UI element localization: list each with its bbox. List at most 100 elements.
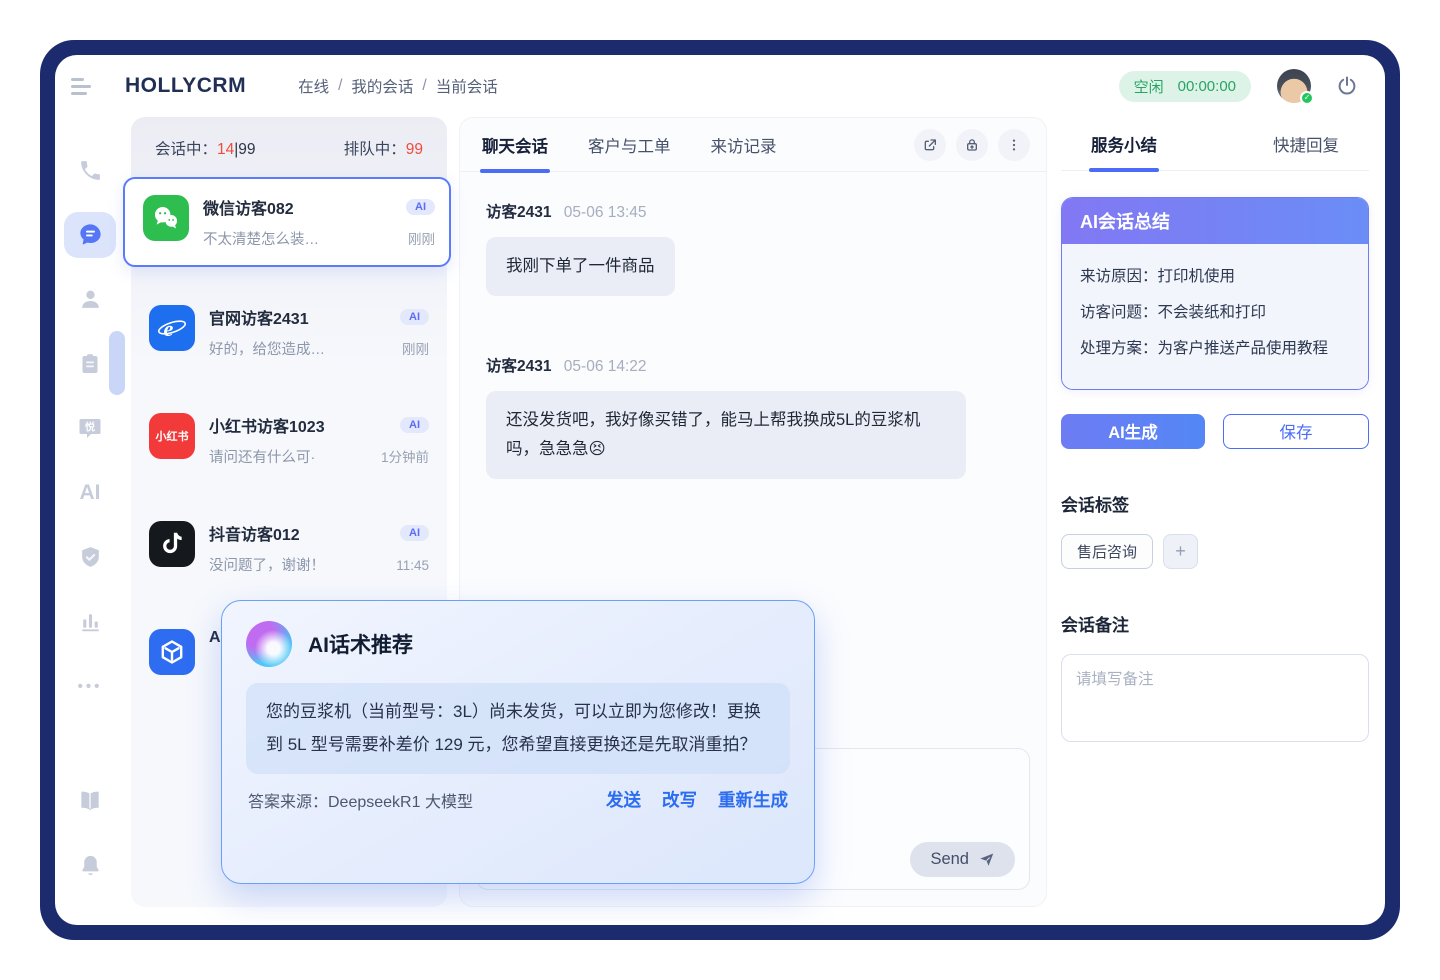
ai-answer-source: 答案来源：DeepseekR1 大模型 <box>248 788 473 812</box>
conversation-time: 11:45 <box>396 558 429 573</box>
tags-section-title: 会话标签 <box>1061 491 1369 516</box>
conversation-preview: 请问还有什么可· <box>209 446 375 467</box>
summary-line-solution: 处理方案：为客户推送产品使用教程 <box>1080 331 1350 367</box>
breadcrumb-item[interactable]: 我的会话 <box>351 75 413 97</box>
ai-badge: AI <box>406 199 435 215</box>
ai-summary-card: AI会话总结 来访原因：打印机使用 访客问题：不会装纸和打印 处理方案：为客户推… <box>1061 197 1369 390</box>
active-conversation-indicator <box>109 331 125 395</box>
avatar[interactable]: ✓ <box>1277 69 1311 103</box>
ai-suggestion-text: 您的豆浆机（当前型号：3L）尚未发货，可以立即为您修改！更换到 5L 型号需要补… <box>246 683 790 774</box>
svg-text:e: e <box>164 316 174 341</box>
douyin-icon <box>149 521 195 567</box>
paper-plane-icon <box>978 851 995 868</box>
side-tabs-bar: 服务小结 快捷回复 <box>1061 117 1369 171</box>
chat-tabs-bar: 聊天会话 客户与工单 来访记录 <box>460 118 1046 172</box>
tab-customer-tickets[interactable]: 客户与工单 <box>586 118 673 172</box>
message-time: 05-06 14:22 <box>564 358 647 375</box>
active-count: 会话中：14|99 <box>155 137 256 159</box>
save-button[interactable]: 保存 <box>1223 414 1369 449</box>
notes-input[interactable] <box>1061 654 1369 742</box>
tab-quick-replies[interactable]: 快捷回复 <box>1271 117 1341 171</box>
menu-icon[interactable] <box>71 78 93 95</box>
breadcrumb-item[interactable]: 当前会话 <box>436 75 498 97</box>
ai-popup-title: AI话术推荐 <box>308 629 413 659</box>
cube-app-icon <box>149 629 195 675</box>
yue-bubble-icon[interactable]: 悦 <box>64 405 116 452</box>
conversation-title: 微信访客082 <box>203 195 294 219</box>
kebab-menu-icon[interactable] <box>998 129 1030 161</box>
ai-badge: AI <box>400 309 429 325</box>
brand-logo: HOLLYCRM <box>125 74 246 98</box>
message: 访客2431 05-06 14:22 还没发货吧，我好像买错了，能马上帮我换成5… <box>486 354 1020 479</box>
message-bubble: 还没发货吧，我好像买错了，能马上帮我换成5L的豆浆机吗，急急急😣 <box>486 391 966 479</box>
status-label: 空闲 <box>1134 76 1164 97</box>
notification-bell-icon[interactable] <box>64 842 116 889</box>
tab-chat-session[interactable]: 聊天会话 <box>480 118 550 172</box>
summary-line-problem: 访客问题：不会装纸和打印 <box>1080 295 1350 331</box>
lock-icon[interactable] <box>956 129 988 161</box>
shield-check-icon[interactable] <box>64 534 116 581</box>
popup-rewrite-action[interactable]: 改写 <box>662 787 697 812</box>
conversation-time: 1分钟前 <box>381 446 429 466</box>
window-frame: HOLLYCRM 在线 / 我的会话 / 当前会话 空闲 00:00:00 ✓ <box>40 40 1400 940</box>
popup-send-action[interactable]: 发送 <box>606 787 641 812</box>
tag-aftersales[interactable]: 售后咨询 <box>1061 534 1153 569</box>
contacts-icon[interactable] <box>64 276 116 323</box>
tab-visit-history[interactable]: 来访记录 <box>709 118 779 172</box>
ai-orb-icon <box>246 621 292 667</box>
chat-icon[interactable] <box>64 212 116 259</box>
ai-badge: AI <box>400 525 429 541</box>
service-summary-panel: 服务小结 快捷回复 AI会话总结 来访原因：打印机使用 访客问题：不会装纸和打印… <box>1059 117 1371 907</box>
popup-regenerate-action[interactable]: 重新生成 <box>718 787 788 812</box>
summary-line-reason: 来访原因：打印机使用 <box>1080 259 1350 295</box>
list-item-douyin[interactable]: 抖音访客012 AI 没问题了，谢谢！ 11:45 <box>139 507 439 589</box>
send-button[interactable]: Send <box>910 842 1015 877</box>
phone-icon[interactable] <box>64 147 116 194</box>
ai-tools-icon[interactable]: AI <box>64 470 116 517</box>
xiaohongshu-icon: 小红书 <box>149 413 195 459</box>
queue-count: 排队中：99 <box>344 137 423 159</box>
top-header: HOLLYCRM 在线 / 我的会话 / 当前会话 空闲 00:00:00 ✓ <box>55 55 1385 117</box>
message-time: 05-06 13:45 <box>564 204 647 221</box>
list-item-xiaohongshu[interactable]: 小红书 小红书访客1023 AI 请问还有什么可· 1分钟前 <box>139 399 439 481</box>
conversation-time: 刚刚 <box>408 228 435 248</box>
power-logout-icon[interactable] <box>1335 74 1359 98</box>
ai-badge: AI <box>400 417 429 433</box>
agent-status-badge[interactable]: 空闲 00:00:00 <box>1119 71 1251 102</box>
breadcrumb-separator: / <box>422 77 426 95</box>
nav-rail: 悦 AI ••• <box>61 117 119 907</box>
list-item-web[interactable]: e 官网访客2431 AI 好的，给您造成… 刚刚 <box>139 291 439 373</box>
conversation-time: 刚刚 <box>402 338 429 358</box>
add-tag-button[interactable]: + <box>1163 534 1198 569</box>
message-sender: 访客2431 <box>486 204 551 221</box>
list-item-wechat[interactable]: 微信访客082 AI 不太清楚怎么装… 刚刚 <box>123 177 451 267</box>
ai-summary-title: AI会话总结 <box>1062 198 1368 244</box>
conversation-preview: 好的，给您造成… <box>209 338 396 359</box>
ai-suggestion-popup: AI话术推荐 您的豆浆机（当前型号：3L）尚未发货，可以立即为您修改！更换到 5… <box>221 600 815 884</box>
conversation-title: A <box>209 629 221 647</box>
more-ellipsis-icon[interactable]: ••• <box>64 663 116 710</box>
conversation-preview: 没问题了，谢谢！ <box>209 554 390 575</box>
app-window: HOLLYCRM 在线 / 我的会话 / 当前会话 空闲 00:00:00 ✓ <box>55 55 1385 925</box>
conversation-title: 小红书访客1023 <box>209 413 325 437</box>
wechat-icon <box>143 195 189 241</box>
conversation-title: 抖音访客012 <box>209 521 300 545</box>
knowledge-book-icon[interactable] <box>64 778 116 825</box>
message: 访客2431 05-06 13:45 我刚下单了一件商品 <box>486 200 1020 296</box>
breadcrumb-separator: / <box>338 77 342 95</box>
notes-section-title: 会话备注 <box>1061 611 1369 636</box>
analytics-chart-icon[interactable] <box>64 599 116 646</box>
online-check-icon: ✓ <box>1300 91 1314 105</box>
conversation-preview: 不太清楚怎么装… <box>203 228 402 249</box>
tab-service-summary[interactable]: 服务小结 <box>1089 117 1159 171</box>
breadcrumb: 在线 / 我的会话 / 当前会话 <box>298 75 498 97</box>
ai-generate-button[interactable]: AI生成 <box>1061 414 1205 449</box>
conversation-stats: 会话中：14|99 排队中：99 <box>139 127 439 177</box>
share-export-icon[interactable] <box>914 129 946 161</box>
conversation-title: 官网访客2431 <box>209 305 309 329</box>
ie-browser-icon: e <box>149 305 195 351</box>
status-timer: 00:00:00 <box>1178 78 1236 95</box>
svg-text:悦: 悦 <box>85 421 95 434</box>
breadcrumb-item[interactable]: 在线 <box>298 75 329 97</box>
message-bubble: 我刚下单了一件商品 <box>486 237 675 296</box>
